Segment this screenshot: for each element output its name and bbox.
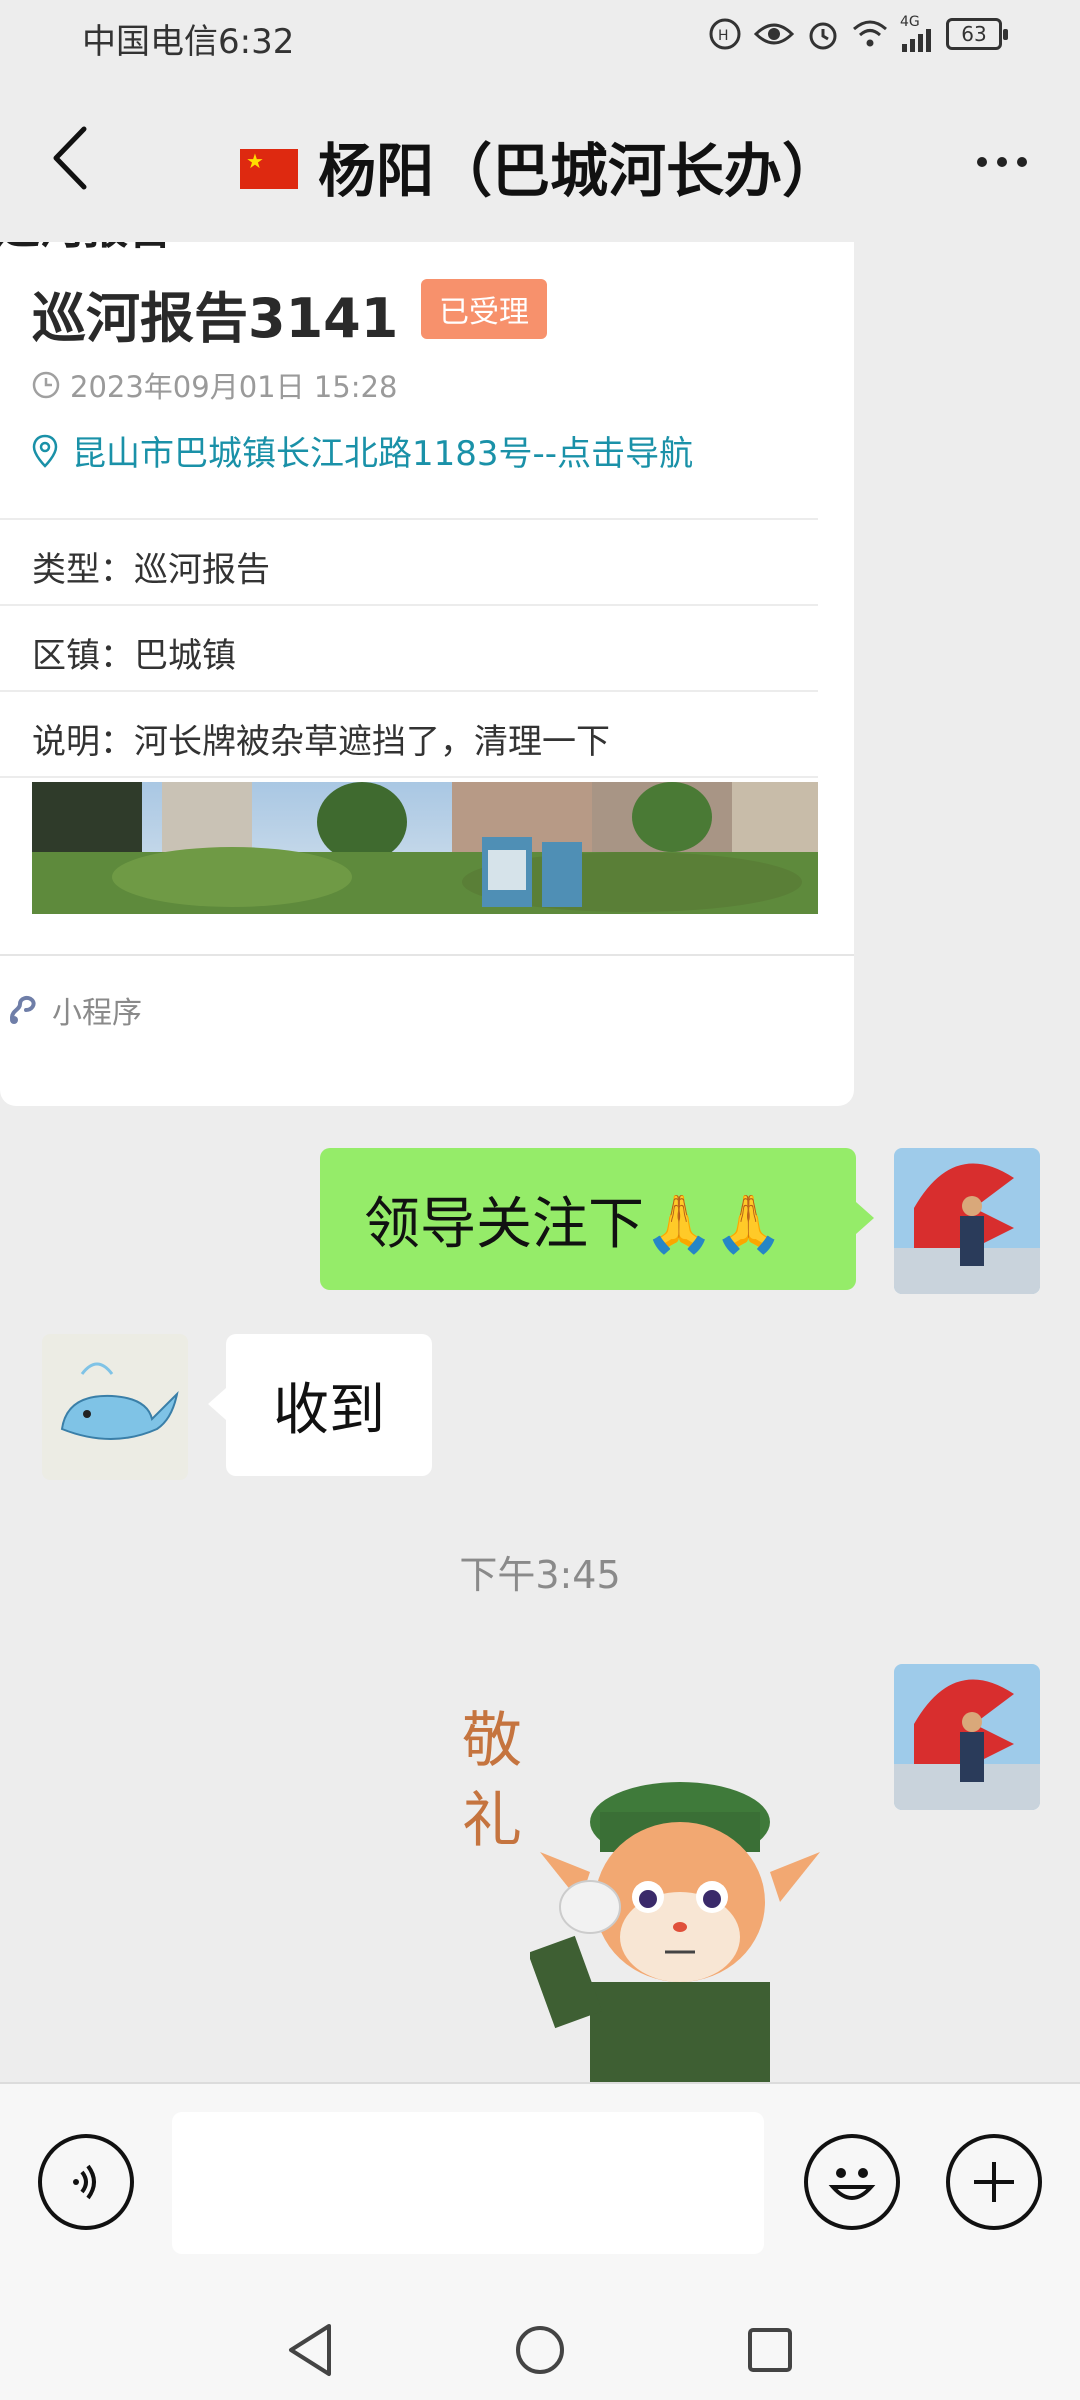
nav-home-button[interactable] bbox=[508, 2318, 572, 2382]
divider bbox=[0, 954, 854, 956]
chat-area[interactable]: 巡河报告 巡河报告3141 已受理 2023年09月01日 15:28 昆山市巴… bbox=[0, 242, 1080, 2082]
emoji-button[interactable] bbox=[804, 2134, 900, 2230]
incoming-message[interactable]: 收到 bbox=[208, 1334, 432, 1476]
contact-avatar[interactable] bbox=[42, 1334, 188, 1480]
mini-program-label: 小程序 bbox=[6, 988, 142, 1032]
divider bbox=[0, 776, 818, 778]
chat-title-text: 杨阳（巴城河长办） bbox=[317, 137, 840, 205]
emoji-icon bbox=[828, 2168, 876, 2200]
address-link[interactable]: 昆山市巴城镇长江北路1183号--点击导航 bbox=[32, 426, 693, 475]
nav-recents-button[interactable] bbox=[738, 2318, 802, 2382]
address-text: 昆山市巴城镇长江北路1183号--点击导航 bbox=[72, 434, 694, 474]
my-avatar[interactable] bbox=[894, 1148, 1040, 1294]
wifi-icon bbox=[852, 19, 888, 49]
divider bbox=[0, 690, 818, 692]
mini-program-card[interactable]: 巡河报告 巡河报告3141 已受理 2023年09月01日 15:28 昆山市巴… bbox=[0, 242, 854, 1106]
card-header-text: 巡河报告 bbox=[0, 242, 172, 256]
divider bbox=[0, 604, 818, 606]
report-datetime: 2023年09月01日 15:28 bbox=[70, 370, 398, 404]
deer-soldier-graphic bbox=[530, 1782, 820, 2082]
alarm-icon bbox=[806, 17, 840, 51]
chat-header: 杨阳（巴城河长办） bbox=[0, 72, 1080, 242]
svg-text:H: H bbox=[718, 28, 729, 44]
report-title: 巡河报告3141 bbox=[32, 287, 399, 350]
more-button[interactable] bbox=[962, 132, 1042, 192]
clock-icon bbox=[32, 371, 60, 399]
more-icon bbox=[977, 157, 987, 167]
status-carrier-time: 中国电信6:32 bbox=[82, 22, 295, 62]
salute-sticker[interactable]: 敬 礼 bbox=[450, 1682, 830, 2082]
nav-home-icon bbox=[516, 2326, 564, 2374]
hd-call-icon: H bbox=[708, 17, 742, 51]
report-datetime-row: 2023年09月01日 15:28 bbox=[32, 364, 397, 406]
sticker-text: 敬 bbox=[462, 1706, 522, 1776]
message-text: 领导关注下🙏🙏 bbox=[364, 1191, 784, 1257]
mini-program-text: 小程序 bbox=[52, 996, 142, 1031]
nav-back-button[interactable] bbox=[278, 2318, 342, 2382]
eye-icon bbox=[754, 20, 794, 48]
my-avatar[interactable] bbox=[894, 1664, 1040, 1810]
message-timestamp: 下午3:45 bbox=[459, 1553, 621, 1597]
sticker-text: 礼 bbox=[462, 1786, 522, 1856]
battery-icon: 63 bbox=[946, 18, 1008, 50]
nav-back-icon bbox=[289, 2324, 331, 2376]
status-badge: 已受理 bbox=[421, 279, 547, 339]
input-bar bbox=[0, 2082, 1080, 2302]
field-type: 类型：巡河报告 bbox=[32, 550, 270, 590]
outgoing-message[interactable]: 领导关注下🙏🙏 bbox=[320, 1148, 874, 1290]
plus-button[interactable] bbox=[946, 2134, 1042, 2230]
status-bar: 中国电信6:32 H 4G 63 bbox=[0, 0, 1080, 72]
china-flag-icon bbox=[239, 148, 298, 189]
plus-icon bbox=[974, 2162, 1014, 2202]
field-town: 区镇：巴城镇 bbox=[32, 636, 236, 676]
field-description: 说明：河长牌被杂草遮挡了，清理一下 bbox=[32, 722, 610, 762]
mini-program-icon bbox=[10, 995, 36, 1024]
voice-icon bbox=[73, 2164, 96, 2200]
status-icons: H 4G 63 bbox=[708, 14, 1008, 52]
system-nav-bar bbox=[0, 2300, 1080, 2400]
voice-button[interactable] bbox=[38, 2134, 134, 2230]
message-input[interactable] bbox=[172, 2112, 764, 2254]
network-label: 4G bbox=[900, 14, 920, 30]
divider bbox=[0, 518, 818, 520]
report-photo[interactable] bbox=[32, 782, 818, 914]
message-text: 收到 bbox=[273, 1377, 385, 1443]
signal-icon: 4G bbox=[900, 14, 934, 52]
nav-recents-icon bbox=[748, 2328, 792, 2372]
chat-title: 杨阳（巴城河长办） bbox=[0, 124, 1080, 208]
location-pin-icon bbox=[32, 434, 58, 468]
